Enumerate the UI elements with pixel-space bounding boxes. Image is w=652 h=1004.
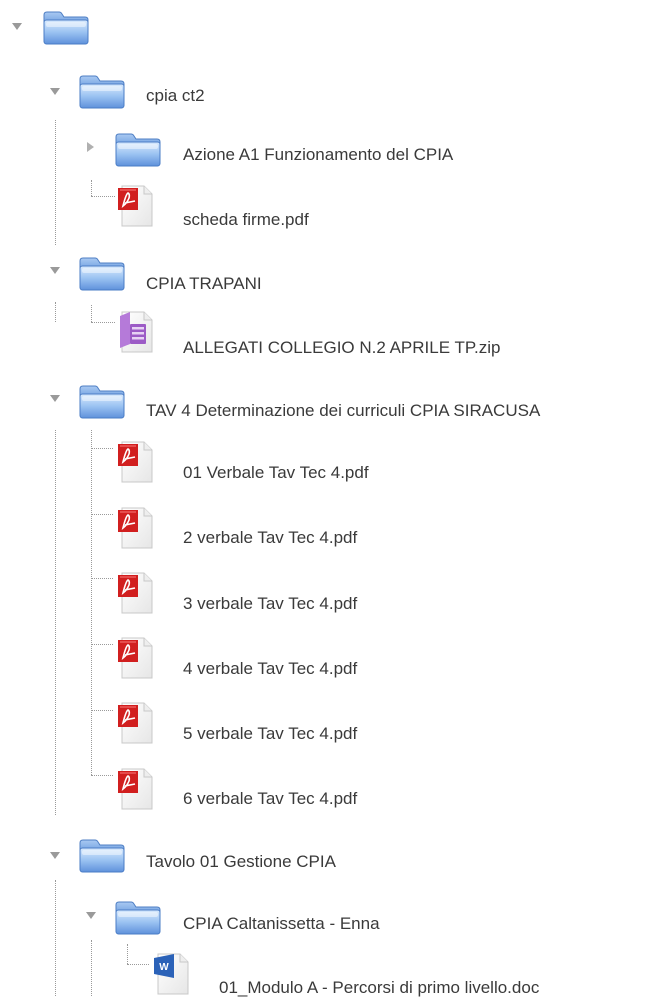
expanded-triangle-icon[interactable] <box>49 264 61 276</box>
folder-tree: cpia ct2 Azione A1 Funzionamento del CPI… <box>0 0 652 997</box>
tree-node-cpia-caltanissetta[interactable]: CPIA Caltanissetta - Enna <box>0 900 500 946</box>
pdf-file-icon[interactable] <box>116 184 156 228</box>
folder-icon[interactable] <box>42 10 90 46</box>
folder-label[interactable]: cpia ct2 <box>146 86 205 106</box>
folder-icon[interactable] <box>78 256 126 292</box>
folder-icon[interactable] <box>114 900 162 936</box>
file-label[interactable]: 01 Verbale Tav Tec 4.pdf <box>183 463 369 483</box>
tree-node-azione-a1[interactable]: Azione A1 Funzionamento del CPIA <box>0 132 560 178</box>
file-label[interactable]: 6 verbale Tav Tec 4.pdf <box>183 789 357 809</box>
pdf-file-icon[interactable] <box>116 506 156 550</box>
tree-node-file[interactable]: 01_Modulo A - Percorsi di primo livello.… <box>0 958 652 1004</box>
tree-node-file[interactable]: 3 verbale Tav Tec 4.pdf <box>0 577 460 623</box>
pdf-file-icon[interactable] <box>116 767 156 811</box>
file-label[interactable]: scheda firme.pdf <box>183 210 309 230</box>
tree-node-file[interactable]: 6 verbale Tav Tec 4.pdf <box>0 773 460 819</box>
tree-node-cpia-trapani[interactable]: CPIA TRAPANI <box>0 260 330 306</box>
tree-node-file[interactable]: 2 verbale Tav Tec 4.pdf <box>0 512 460 558</box>
folder-icon[interactable] <box>114 132 162 168</box>
expanded-triangle-icon[interactable] <box>11 20 23 32</box>
folder-label[interactable]: TAV 4 Determinazione dei curriculi CPIA … <box>146 401 540 421</box>
folder-icon[interactable] <box>78 384 126 420</box>
folder-label[interactable]: CPIA Caltanissetta - Enna <box>183 914 380 934</box>
pdf-file-icon[interactable] <box>116 701 156 745</box>
tree-node-file[interactable]: 4 verbale Tav Tec 4.pdf <box>0 642 460 688</box>
expanded-triangle-icon[interactable] <box>49 85 61 97</box>
file-label[interactable]: 3 verbale Tav Tec 4.pdf <box>183 594 357 614</box>
tree-node-file[interactable]: scheda firme.pdf <box>0 192 380 238</box>
file-label[interactable]: ALLEGATI COLLEGIO N.2 APRILE TP.zip <box>183 338 500 358</box>
file-label[interactable]: 5 verbale Tav Tec 4.pdf <box>183 724 357 744</box>
expanded-triangle-icon[interactable] <box>49 849 61 861</box>
file-label[interactable]: 2 verbale Tav Tec 4.pdf <box>183 528 357 548</box>
zip-file-icon[interactable] <box>116 310 156 354</box>
tree-node-file[interactable]: ALLEGATI COLLEGIO N.2 APRILE TP.zip <box>0 316 640 362</box>
tree-node-root[interactable] <box>0 6 120 52</box>
pdf-file-icon[interactable] <box>116 440 156 484</box>
tree-node-tav4[interactable]: TAV 4 Determinazione dei curriculi CPIA … <box>0 386 652 432</box>
tree-node-tavolo01[interactable]: Tavolo 01 Gestione CPIA <box>0 840 440 886</box>
expanded-triangle-icon[interactable] <box>49 392 61 404</box>
folder-label[interactable]: Tavolo 01 Gestione CPIA <box>146 852 336 872</box>
pdf-file-icon[interactable] <box>116 636 156 680</box>
folder-icon[interactable] <box>78 838 126 874</box>
file-label[interactable]: 01_Modulo A - Percorsi di primo livello.… <box>219 978 539 998</box>
folder-icon[interactable] <box>78 74 126 110</box>
collapsed-triangle-icon[interactable] <box>84 141 96 153</box>
file-label[interactable]: 4 verbale Tav Tec 4.pdf <box>183 659 357 679</box>
word-file-icon[interactable] <box>152 952 192 996</box>
tree-node-cpia-ct2[interactable]: cpia ct2 <box>0 72 330 118</box>
tree-node-file[interactable]: 5 verbale Tav Tec 4.pdf <box>0 707 460 753</box>
folder-label[interactable]: Azione A1 Funzionamento del CPIA <box>183 145 453 165</box>
folder-label[interactable]: CPIA TRAPANI <box>146 274 262 294</box>
pdf-file-icon[interactable] <box>116 571 156 615</box>
tree-node-file[interactable]: 01 Verbale Tav Tec 4.pdf <box>0 446 460 492</box>
expanded-triangle-icon[interactable] <box>85 909 97 921</box>
